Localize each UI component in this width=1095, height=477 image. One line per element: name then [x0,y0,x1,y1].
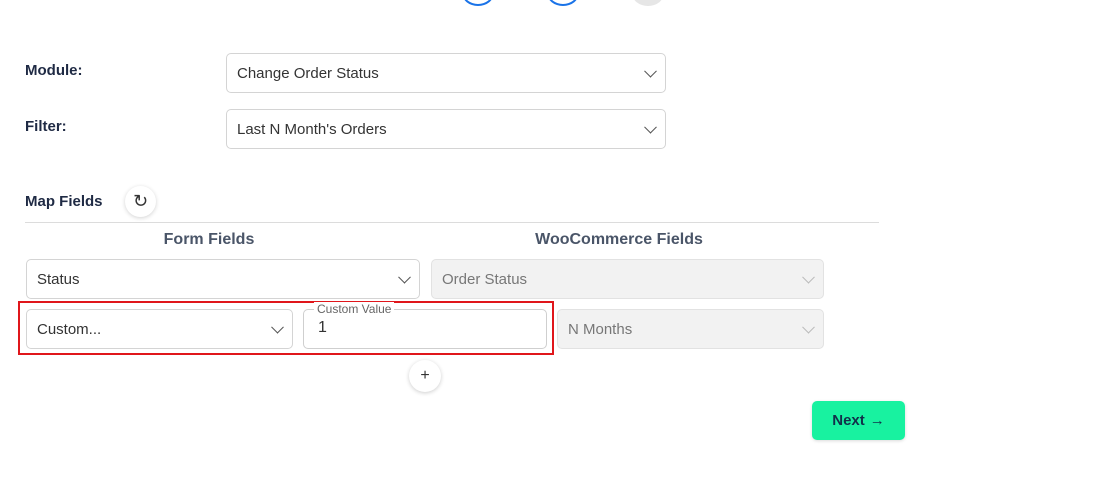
woocommerce-fields-header: WooCommerce Fields [535,231,703,248]
module-select-value: Change Order Status [237,64,379,82]
chevron-down-icon [802,320,815,334]
module-select[interactable]: Change Order Status [226,53,666,93]
next-button-label: Next [832,412,865,429]
chevron-down-icon [398,270,411,284]
module-label: Module: [25,62,83,79]
form-field-value: Custom... [37,320,102,338]
arrow-right-icon: → [869,412,885,429]
woo-field-value: Order Status [442,270,528,288]
custom-value-input[interactable]: Custom Value 1 [303,302,547,349]
chevron-down-icon [802,270,815,284]
step-indicator-3 [632,0,664,6]
woo-field-value: N Months [568,320,633,338]
woo-field-select-order-status: Order Status [431,259,824,299]
chevron-down-icon [271,320,284,334]
plus-icon: + [420,367,430,384]
step-indicator-1 [462,0,494,6]
form-field-select-custom[interactable]: Custom... [26,309,293,349]
add-field-button[interactable]: + [409,360,441,392]
refresh-button[interactable]: ↻ [125,186,156,217]
form-fields-header: Form Fields [163,231,255,248]
chevron-down-icon [644,120,657,134]
form-field-select-status[interactable]: Status [26,259,420,299]
filter-label: Filter: [25,118,67,135]
filter-select[interactable]: Last N Month's Orders [226,109,666,149]
form-field-value: Status [37,270,80,288]
map-fields-title: Map Fields [25,193,103,210]
chevron-down-icon [644,64,657,78]
next-button[interactable]: Next → [812,401,905,440]
section-divider [25,222,879,223]
refresh-icon: ↻ [132,191,149,211]
custom-value-text: 1 [318,319,327,336]
step-indicator-2 [547,0,579,6]
filter-select-value: Last N Month's Orders [237,120,387,138]
custom-value-label: Custom Value [314,302,395,316]
woo-field-select-n-months: N Months [557,309,824,349]
